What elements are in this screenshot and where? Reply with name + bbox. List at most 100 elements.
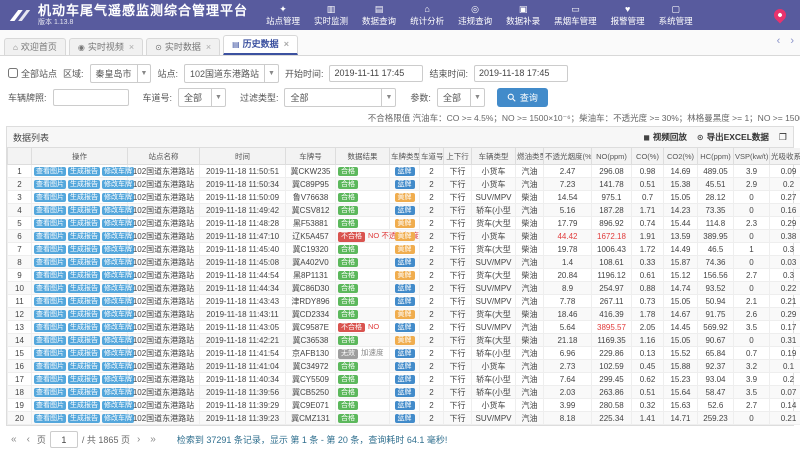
view-image-button[interactable]: 查看图片 bbox=[34, 232, 66, 242]
prev-page-icon[interactable]: ‹ bbox=[24, 434, 33, 445]
nav-item-alarm-mgmt[interactable]: ♥报警管理 bbox=[611, 5, 645, 26]
start-time-input[interactable] bbox=[329, 65, 423, 82]
filter-type-select[interactable]: 全部▼ bbox=[284, 88, 396, 107]
modify-plate-button[interactable]: 修改车牌 bbox=[102, 323, 134, 333]
view-image-button[interactable]: 查看图片 bbox=[34, 206, 66, 216]
modify-plate-button[interactable]: 修改车牌 bbox=[102, 336, 134, 346]
nav-item-violation-query[interactable]: ◎违规查询 bbox=[458, 5, 492, 26]
generate-report-button[interactable]: 生成报告 bbox=[68, 258, 100, 268]
tab-realtime-data[interactable]: ⊙实时数据× bbox=[146, 38, 220, 55]
view-image-button[interactable]: 查看图片 bbox=[34, 323, 66, 333]
search-button[interactable]: 查询 bbox=[497, 88, 548, 107]
modify-plate-button[interactable]: 修改车牌 bbox=[102, 245, 134, 255]
generate-report-button[interactable]: 生成报告 bbox=[68, 349, 100, 359]
last-page-icon[interactable]: » bbox=[147, 434, 159, 445]
generate-report-button[interactable]: 生成报告 bbox=[68, 388, 100, 398]
view-image-button[interactable]: 查看图片 bbox=[34, 375, 66, 385]
generate-report-button[interactable]: 生成报告 bbox=[68, 193, 100, 203]
region-select[interactable]: 秦皇岛市▼ bbox=[90, 64, 152, 83]
modify-plate-button[interactable]: 修改车牌 bbox=[102, 388, 134, 398]
view-image-button[interactable]: 查看图片 bbox=[34, 310, 66, 320]
column-settings-icon[interactable]: ❐ bbox=[779, 132, 787, 143]
first-page-icon[interactable]: « bbox=[8, 434, 20, 445]
modify-plate-button[interactable]: 修改车牌 bbox=[102, 206, 134, 216]
modify-plate-button[interactable]: 修改车牌 bbox=[102, 349, 134, 359]
view-image-button[interactable]: 查看图片 bbox=[34, 180, 66, 190]
generate-report-button[interactable]: 生成报告 bbox=[68, 167, 100, 177]
tab-welcome[interactable]: ⌂欢迎首页 bbox=[4, 38, 66, 55]
generate-report-button[interactable]: 生成报告 bbox=[68, 271, 100, 281]
nav-item-system-mgmt[interactable]: ▢系统管理 bbox=[659, 5, 693, 26]
next-page-icon[interactable]: › bbox=[134, 434, 143, 445]
end-time-input[interactable] bbox=[474, 65, 568, 82]
site-select[interactable]: 102国道东港路站▼ bbox=[184, 64, 279, 83]
view-image-button[interactable]: 查看图片 bbox=[34, 219, 66, 229]
generate-report-button[interactable]: 生成报告 bbox=[68, 401, 100, 411]
nav-item-realtime-monitor[interactable]: ▥实时监测 bbox=[314, 5, 348, 26]
generate-report-button[interactable]: 生成报告 bbox=[68, 375, 100, 385]
generate-report-button[interactable]: 生成报告 bbox=[68, 310, 100, 320]
col-result: 数据结果 bbox=[336, 148, 390, 165]
view-image-button[interactable]: 查看图片 bbox=[34, 336, 66, 346]
view-image-button[interactable]: 查看图片 bbox=[34, 167, 66, 177]
modify-plate-button[interactable]: 修改车牌 bbox=[102, 271, 134, 281]
tab-close-icon[interactable]: × bbox=[284, 40, 289, 49]
generate-report-button[interactable]: 生成报告 bbox=[68, 362, 100, 372]
modify-plate-button[interactable]: 修改车牌 bbox=[102, 362, 134, 372]
nav-item-data-supplement[interactable]: ▣数据补录 bbox=[506, 5, 540, 26]
station-name: 102国道东港路站 bbox=[128, 308, 200, 321]
view-image-button[interactable]: 查看图片 bbox=[34, 193, 66, 203]
generate-report-button[interactable]: 生成报告 bbox=[68, 284, 100, 294]
view-image-button[interactable]: 查看图片 bbox=[34, 349, 66, 359]
modify-plate-button[interactable]: 修改车牌 bbox=[102, 167, 134, 177]
generate-report-button[interactable]: 生成报告 bbox=[68, 180, 100, 190]
generate-report-button[interactable]: 生成报告 bbox=[68, 232, 100, 242]
generate-report-button[interactable]: 生成报告 bbox=[68, 245, 100, 255]
tab-scroll-left-icon[interactable]: ‹ bbox=[777, 35, 781, 47]
table-row: 12 查看图片生成报告修改车牌 102国道东港路站 2019-11-18 11:… bbox=[8, 308, 800, 321]
modify-plate-button[interactable]: 修改车牌 bbox=[102, 375, 134, 385]
view-image-button[interactable]: 查看图片 bbox=[34, 388, 66, 398]
nav-item-statistics[interactable]: ⌂统计分析 bbox=[410, 5, 444, 26]
nav-item-site-mgmt[interactable]: ✦站点管理 bbox=[266, 5, 300, 26]
view-image-button[interactable]: 查看图片 bbox=[34, 401, 66, 411]
tab-close-icon[interactable]: × bbox=[129, 43, 134, 52]
plate-input[interactable] bbox=[53, 89, 129, 106]
generate-report-button[interactable]: 生成报告 bbox=[68, 323, 100, 333]
generate-report-button[interactable]: 生成报告 bbox=[68, 414, 100, 424]
all-sites-checkbox[interactable] bbox=[8, 68, 18, 78]
modify-plate-button[interactable]: 修改车牌 bbox=[102, 297, 134, 307]
view-image-button[interactable]: 查看图片 bbox=[34, 245, 66, 255]
view-image-button[interactable]: 查看图片 bbox=[34, 271, 66, 281]
view-image-button[interactable]: 查看图片 bbox=[34, 362, 66, 372]
modify-plate-button[interactable]: 修改车牌 bbox=[102, 310, 134, 320]
tab-close-icon[interactable]: × bbox=[206, 43, 211, 52]
page-input[interactable] bbox=[50, 431, 78, 448]
modify-plate-button[interactable]: 修改车牌 bbox=[102, 219, 134, 229]
nav-item-data-query[interactable]: ▤数据查询 bbox=[362, 5, 396, 26]
modify-plate-button[interactable]: 修改车牌 bbox=[102, 258, 134, 268]
view-image-button[interactable]: 查看图片 bbox=[34, 297, 66, 307]
video-playback-button[interactable]: ◼视频回放 bbox=[643, 131, 687, 143]
modify-plate-button[interactable]: 修改车牌 bbox=[102, 232, 134, 242]
view-image-button[interactable]: 查看图片 bbox=[34, 414, 66, 424]
tab-scroll-right-icon[interactable]: › bbox=[790, 35, 794, 47]
tab-realtime-video[interactable]: ◉实时视频× bbox=[69, 38, 143, 55]
export-button[interactable]: ⊙导出EXCEL数据 bbox=[697, 131, 769, 143]
location-pin-icon[interactable] bbox=[772, 7, 789, 24]
generate-report-button[interactable]: 生成报告 bbox=[68, 336, 100, 346]
param-select[interactable]: 全部▼ bbox=[437, 88, 485, 107]
view-image-button[interactable]: 查看图片 bbox=[34, 258, 66, 268]
modify-plate-button[interactable]: 修改车牌 bbox=[102, 414, 134, 424]
generate-report-button[interactable]: 生成报告 bbox=[68, 297, 100, 307]
nav-item-smoky-vehicle-mgmt[interactable]: ▭黑烟车管理 bbox=[554, 5, 597, 26]
tab-history-data[interactable]: ▤历史数据× bbox=[223, 35, 298, 55]
modify-plate-button[interactable]: 修改车牌 bbox=[102, 284, 134, 294]
generate-report-button[interactable]: 生成报告 bbox=[68, 219, 100, 229]
modify-plate-button[interactable]: 修改车牌 bbox=[102, 401, 134, 411]
modify-plate-button[interactable]: 修改车牌 bbox=[102, 193, 134, 203]
view-image-button[interactable]: 查看图片 bbox=[34, 284, 66, 294]
lane-select[interactable]: 全部▼ bbox=[178, 88, 226, 107]
modify-plate-button[interactable]: 修改车牌 bbox=[102, 180, 134, 190]
generate-report-button[interactable]: 生成报告 bbox=[68, 206, 100, 216]
